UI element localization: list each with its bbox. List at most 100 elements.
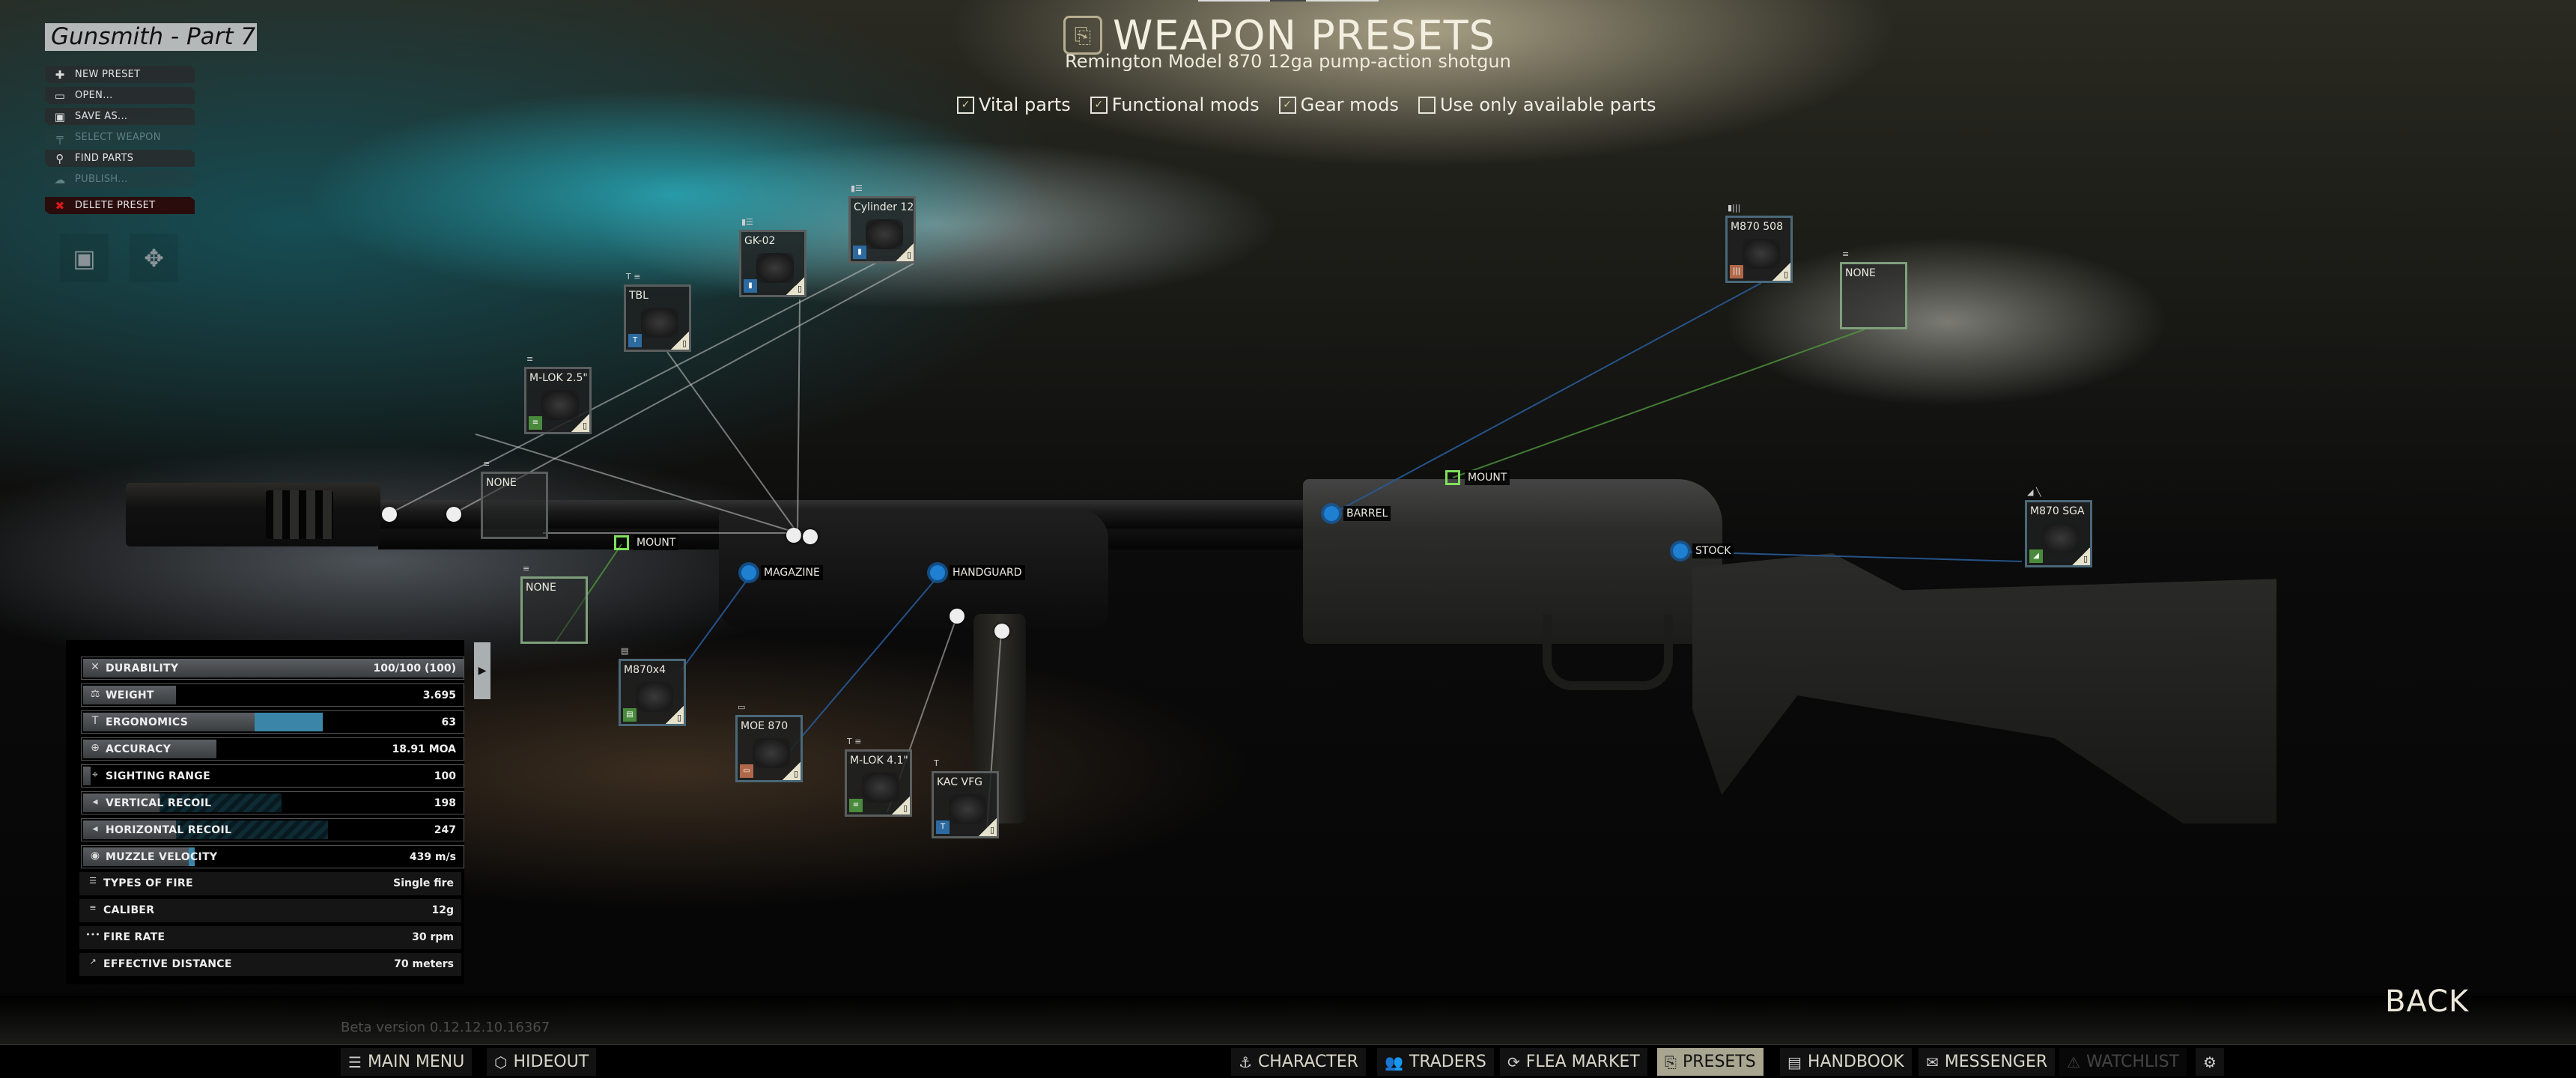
- nav-main-menu[interactable]: ☰ MAIN MENU: [341, 1048, 473, 1076]
- checkbox-checked[interactable]: ✓: [1090, 96, 1108, 114]
- weapon-stats-panel: ✕ DURABILITY 100/100 (100) ⚖ WEIGHT 3.695 T ERG…: [66, 640, 464, 984]
- checkbox-checked[interactable]: ✓: [1278, 96, 1296, 114]
- part-slot-m870-sga[interactable]: ◢ ╲ M870 SGA ◢ ▯: [2025, 487, 2092, 567]
- attach-pin[interactable]: [994, 624, 1009, 639]
- weapon-name: Remington Model 870 12ga pump-action sho…: [1065, 51, 1511, 72]
- nav-traders[interactable]: 👥 TRADERS: [1377, 1048, 1494, 1076]
- open-button[interactable]: ▭ OPEN...: [45, 87, 195, 104]
- modding-button[interactable]: ✥: [130, 234, 178, 282]
- part-name: M-LOK 2.5": [529, 372, 588, 384]
- hotspot-magazine[interactable]: MAGAZINE: [741, 565, 823, 580]
- part-slot-kac-vfg[interactable]: T KAC VFG T ▯: [932, 758, 999, 838]
- attach-pin[interactable]: [803, 529, 818, 544]
- part-name: Cylinder 12: [854, 201, 914, 213]
- remove-part-button[interactable]: ▯: [892, 797, 910, 814]
- stat-label: WEIGHT: [106, 689, 154, 701]
- checkbox-checked[interactable]: ✓: [957, 96, 974, 114]
- trash-icon: ▯: [793, 769, 798, 779]
- warning-icon: ⚠: [2067, 1053, 2080, 1071]
- magazine-category-icon: ▤: [621, 646, 629, 656]
- new-preset-button[interactable]: ✚ NEW PRESET: [45, 66, 195, 83]
- stat-label: VERTICAL RECOIL: [106, 797, 212, 809]
- part-slot-moe-870[interactable]: ▭ MOE 870 ▭ ▯: [735, 702, 803, 782]
- part-slot-empty[interactable]: ≡ NONE: [520, 564, 588, 644]
- menu-label: OPEN...: [75, 90, 113, 101]
- attach-pin[interactable]: [382, 507, 397, 522]
- nav-watchlist[interactable]: ⚠ WATCHLIST: [2059, 1048, 2187, 1076]
- part-slot-mlok-2-5[interactable]: ≡ M-LOK 2.5" ≡ ▯: [524, 354, 592, 434]
- remove-part-button[interactable]: ▯: [786, 277, 804, 295]
- stock-category-icon: ◢ ╲: [2027, 487, 2041, 497]
- stats-expand-button[interactable]: ▶: [474, 642, 490, 699]
- remove-part-button[interactable]: ▯: [671, 332, 689, 350]
- nav-presets[interactable]: ⎘ PRESETS: [1657, 1048, 1764, 1076]
- mount-category-icon: ≡: [483, 459, 490, 469]
- part-slot-empty[interactable]: ≡ NONE: [481, 459, 548, 539]
- filter-functional-mods[interactable]: ✓ Functional mods: [1090, 94, 1260, 115]
- remove-part-button[interactable]: ▯: [571, 414, 589, 432]
- remove-part-button[interactable]: ▯: [1772, 263, 1790, 281]
- delete-preset-button[interactable]: ✖ DELETE PRESET: [45, 197, 195, 214]
- foregrip-category-icon: T: [934, 758, 939, 768]
- weight-icon: ⚖: [90, 688, 100, 700]
- stat-label: FIRE RATE: [103, 931, 165, 943]
- trash-icon: ▯: [2083, 554, 2088, 564]
- remove-part-button[interactable]: ▯: [666, 706, 684, 724]
- filter-gear-mods[interactable]: ✓ Gear mods: [1278, 94, 1399, 115]
- remove-part-button[interactable]: ▯: [896, 243, 914, 261]
- gear-icon: ⚙: [2203, 1053, 2217, 1071]
- trash-icon: ▯: [582, 421, 587, 430]
- part-name: MOE 870: [741, 720, 789, 732]
- stat-row-muzzle-velocity: ◉ MUZZLE VELOCITY 439 m/s: [81, 845, 464, 868]
- puzzle-icon: ✥: [144, 243, 164, 272]
- muzzle-velocity-icon: ◉: [90, 850, 100, 862]
- part-slot-empty[interactable]: ≡ NONE: [1840, 249, 1907, 329]
- caliber-icon: ≡: [89, 903, 97, 913]
- remove-part-button[interactable]: ▯: [783, 762, 801, 780]
- part-name: M870x4: [624, 664, 666, 676]
- remove-part-button[interactable]: ▯: [2072, 547, 2090, 565]
- checkbox-unchecked[interactable]: [1418, 96, 1436, 114]
- publish-button[interactable]: ☁ PUBLISH...: [45, 171, 195, 188]
- part-slot-m870-508[interactable]: ▮||| M870 508 ||| ▯: [1725, 203, 1793, 283]
- select-weapon-button[interactable]: ╤ SELECT WEAPON: [45, 129, 195, 146]
- menu-label: DELETE PRESET: [75, 200, 156, 211]
- attach-pin[interactable]: [950, 609, 965, 624]
- attach-pin[interactable]: [446, 507, 461, 522]
- back-button[interactable]: BACK: [2385, 984, 2469, 1019]
- hotspot-mount-receiver[interactable]: MOUNT: [1445, 470, 1510, 485]
- hotspot-label: BARREL: [1343, 506, 1391, 521]
- nav-messenger[interactable]: ✉ MESSENGER: [1919, 1048, 2056, 1076]
- part-slot-cylinder-12[interactable]: ▮☰ Cylinder 12 ▮ ▯: [848, 183, 916, 264]
- stat-value: 100/100 (100): [373, 663, 456, 674]
- hotspot-barrel[interactable]: BARREL: [1324, 506, 1391, 521]
- part-slot-m870x4[interactable]: ▤ M870x4 ▤ ▯: [619, 646, 686, 726]
- stat-row-caliber: ≡ CALIBER 12g: [79, 899, 461, 922]
- attach-pin[interactable]: [786, 528, 801, 543]
- hotspot-mount-left[interactable]: MOUNT: [614, 535, 679, 550]
- find-parts-button[interactable]: ⚲ FIND PARTS: [45, 150, 195, 167]
- hideout-icon: ⬡: [494, 1053, 508, 1071]
- nav-label: WATCHLIST: [2086, 1053, 2180, 1071]
- filter-vital-parts[interactable]: ✓ Vital parts: [957, 94, 1071, 115]
- save-as-button[interactable]: ▣ SAVE AS...: [45, 108, 195, 125]
- menu-label: SAVE AS...: [75, 111, 128, 122]
- remove-part-button[interactable]: ▯: [979, 818, 997, 836]
- part-slot-tbl[interactable]: T ≡ TBL T ▯: [624, 272, 691, 352]
- part-slot-mlok-4-1[interactable]: T ≡ M-LOK 4.1" ≡ ▯: [845, 737, 912, 817]
- part-slot-gk-02[interactable]: ▮☰ GK-02 ▮ ▯: [739, 217, 806, 297]
- hotspot-handguard[interactable]: HANDGUARD: [930, 565, 1025, 580]
- nav-character[interactable]: ⚓ CHARACTER: [1231, 1048, 1366, 1076]
- filter-label: Functional mods: [1111, 94, 1260, 115]
- hotspot-stock[interactable]: STOCK: [1673, 543, 1734, 558]
- filter-available-parts[interactable]: Use only available parts: [1418, 94, 1656, 115]
- nav-handbook[interactable]: ▤ HANDBOOK: [1780, 1048, 1912, 1076]
- nav-hideout[interactable]: ⬡ HIDEOUT: [487, 1048, 597, 1076]
- settings-button[interactable]: ⚙: [2196, 1048, 2224, 1076]
- mount-category-icon: ≡: [849, 799, 863, 812]
- save-icon: ▣: [73, 243, 96, 272]
- nav-flea-market[interactable]: ⟳ FLEA MARKET: [1500, 1048, 1647, 1076]
- mount-category-icon: ≡: [529, 416, 542, 430]
- quick-save-button[interactable]: ▣: [60, 234, 109, 282]
- trash-icon: ▯: [902, 803, 908, 813]
